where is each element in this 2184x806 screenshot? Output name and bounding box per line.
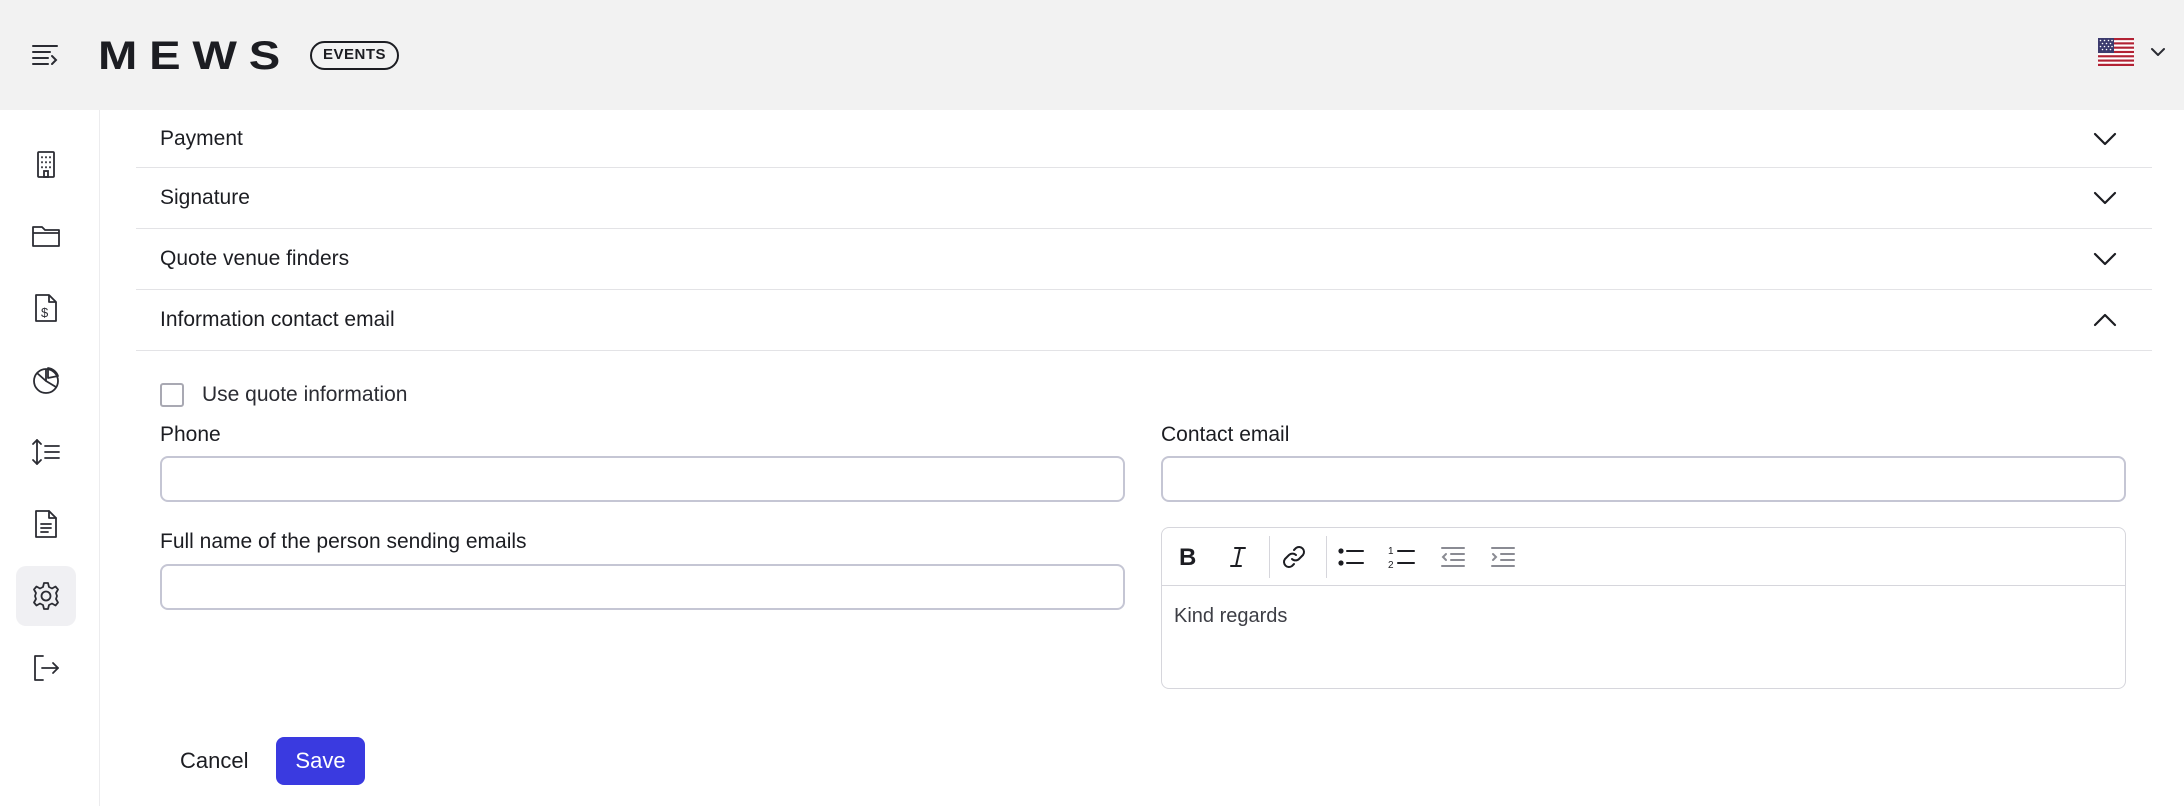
bold-button[interactable]: B xyxy=(1170,540,1206,574)
sidebar-item-settings[interactable] xyxy=(16,566,76,626)
section-quote-venue-finders[interactable]: Quote venue finders xyxy=(136,229,2152,290)
sidebar-item-venues[interactable] xyxy=(16,134,76,194)
section-label: Quote venue finders xyxy=(160,247,350,270)
svg-text:B: B xyxy=(1179,544,1196,571)
editor-toolbar: B 1 2 xyxy=(1162,528,2125,586)
bullet-list-button[interactable] xyxy=(1333,540,1369,574)
full-name-input[interactable] xyxy=(160,564,1125,610)
sidebar: $ xyxy=(0,110,100,806)
numbered-list-button[interactable]: 1 2 xyxy=(1384,540,1420,574)
bullet-list-icon xyxy=(1338,548,1364,566)
italic-icon xyxy=(1230,547,1246,567)
save-button[interactable]: Save xyxy=(276,737,365,785)
cancel-button[interactable]: Cancel xyxy=(160,737,268,785)
contact-email-input[interactable] xyxy=(1161,456,2126,502)
sidebar-item-documents[interactable] xyxy=(16,494,76,554)
toolbar-separator xyxy=(1326,536,1327,578)
sidebar-item-finance[interactable]: $ xyxy=(16,278,76,338)
chevron-up-icon xyxy=(2093,313,2117,327)
outdent-icon xyxy=(1441,547,1465,567)
document-icon xyxy=(35,510,57,538)
section-label: Information contact email xyxy=(160,308,395,331)
invoice-dollar-icon: $ xyxy=(35,294,57,322)
phone-label: Phone xyxy=(160,423,221,446)
gear-icon xyxy=(33,582,59,610)
top-bar: MEWS EVENTS xyxy=(0,0,2184,110)
language-selector[interactable] xyxy=(2098,38,2168,66)
svg-text:$: $ xyxy=(41,305,49,320)
sidebar-item-sorting[interactable] xyxy=(16,422,76,482)
sidebar-item-logout[interactable] xyxy=(16,638,76,698)
link-button[interactable] xyxy=(1276,540,1312,574)
folder-icon xyxy=(32,226,60,247)
section-label: Payment xyxy=(160,126,243,150)
settings-accordion: Payment Signature Quote venue finders In… xyxy=(136,110,2152,351)
logout-icon xyxy=(34,655,59,681)
chevron-down-icon xyxy=(2151,48,2165,56)
editor-content[interactable]: Kind regards xyxy=(1174,605,1287,628)
section-information-contact-email[interactable]: Information contact email xyxy=(136,290,2152,351)
link-icon xyxy=(1283,546,1305,568)
sidebar-item-reports[interactable] xyxy=(16,350,76,410)
svg-text:1: 1 xyxy=(1388,546,1394,557)
section-payment[interactable]: Payment xyxy=(136,110,2152,168)
numbered-list-icon: 1 2 xyxy=(1388,546,1415,571)
chevron-down-icon xyxy=(2093,252,2117,266)
section-signature[interactable]: Signature xyxy=(136,168,2152,229)
email-signature-editor: B 1 2 Kind regards xyxy=(1161,527,2126,689)
phone-input[interactable] xyxy=(160,456,1125,502)
sidebar-item-files[interactable] xyxy=(16,206,76,266)
events-badge: EVENTS xyxy=(310,41,400,70)
bold-icon: B xyxy=(1179,544,1196,571)
indent-icon xyxy=(1491,547,1515,567)
toolbar-separator xyxy=(1269,536,1270,578)
chevron-down-icon xyxy=(2093,191,2117,205)
svg-text:MEWS: MEWS xyxy=(98,38,292,72)
contact-email-label: Contact email xyxy=(1161,423,1290,446)
full-name-label: Full name of the person sending emails xyxy=(160,530,527,553)
indent-button[interactable] xyxy=(1485,540,1521,574)
svg-text:2: 2 xyxy=(1388,560,1394,571)
mews-logo: MEWS xyxy=(98,38,292,72)
checkbox-label: Use quote information xyxy=(202,383,408,406)
pie-chart-icon xyxy=(33,367,59,394)
use-quote-information-checkbox[interactable]: Use quote information xyxy=(160,383,407,407)
outdent-button[interactable] xyxy=(1435,540,1471,574)
section-label: Signature xyxy=(160,186,250,209)
checkbox-box[interactable] xyxy=(160,383,184,407)
collapse-menu-icon[interactable] xyxy=(30,40,60,70)
us-flag-icon xyxy=(2098,38,2134,66)
sort-list-icon xyxy=(32,439,60,465)
italic-button[interactable] xyxy=(1220,540,1256,574)
chevron-down-icon xyxy=(2093,132,2117,145)
building-icon xyxy=(37,151,55,178)
